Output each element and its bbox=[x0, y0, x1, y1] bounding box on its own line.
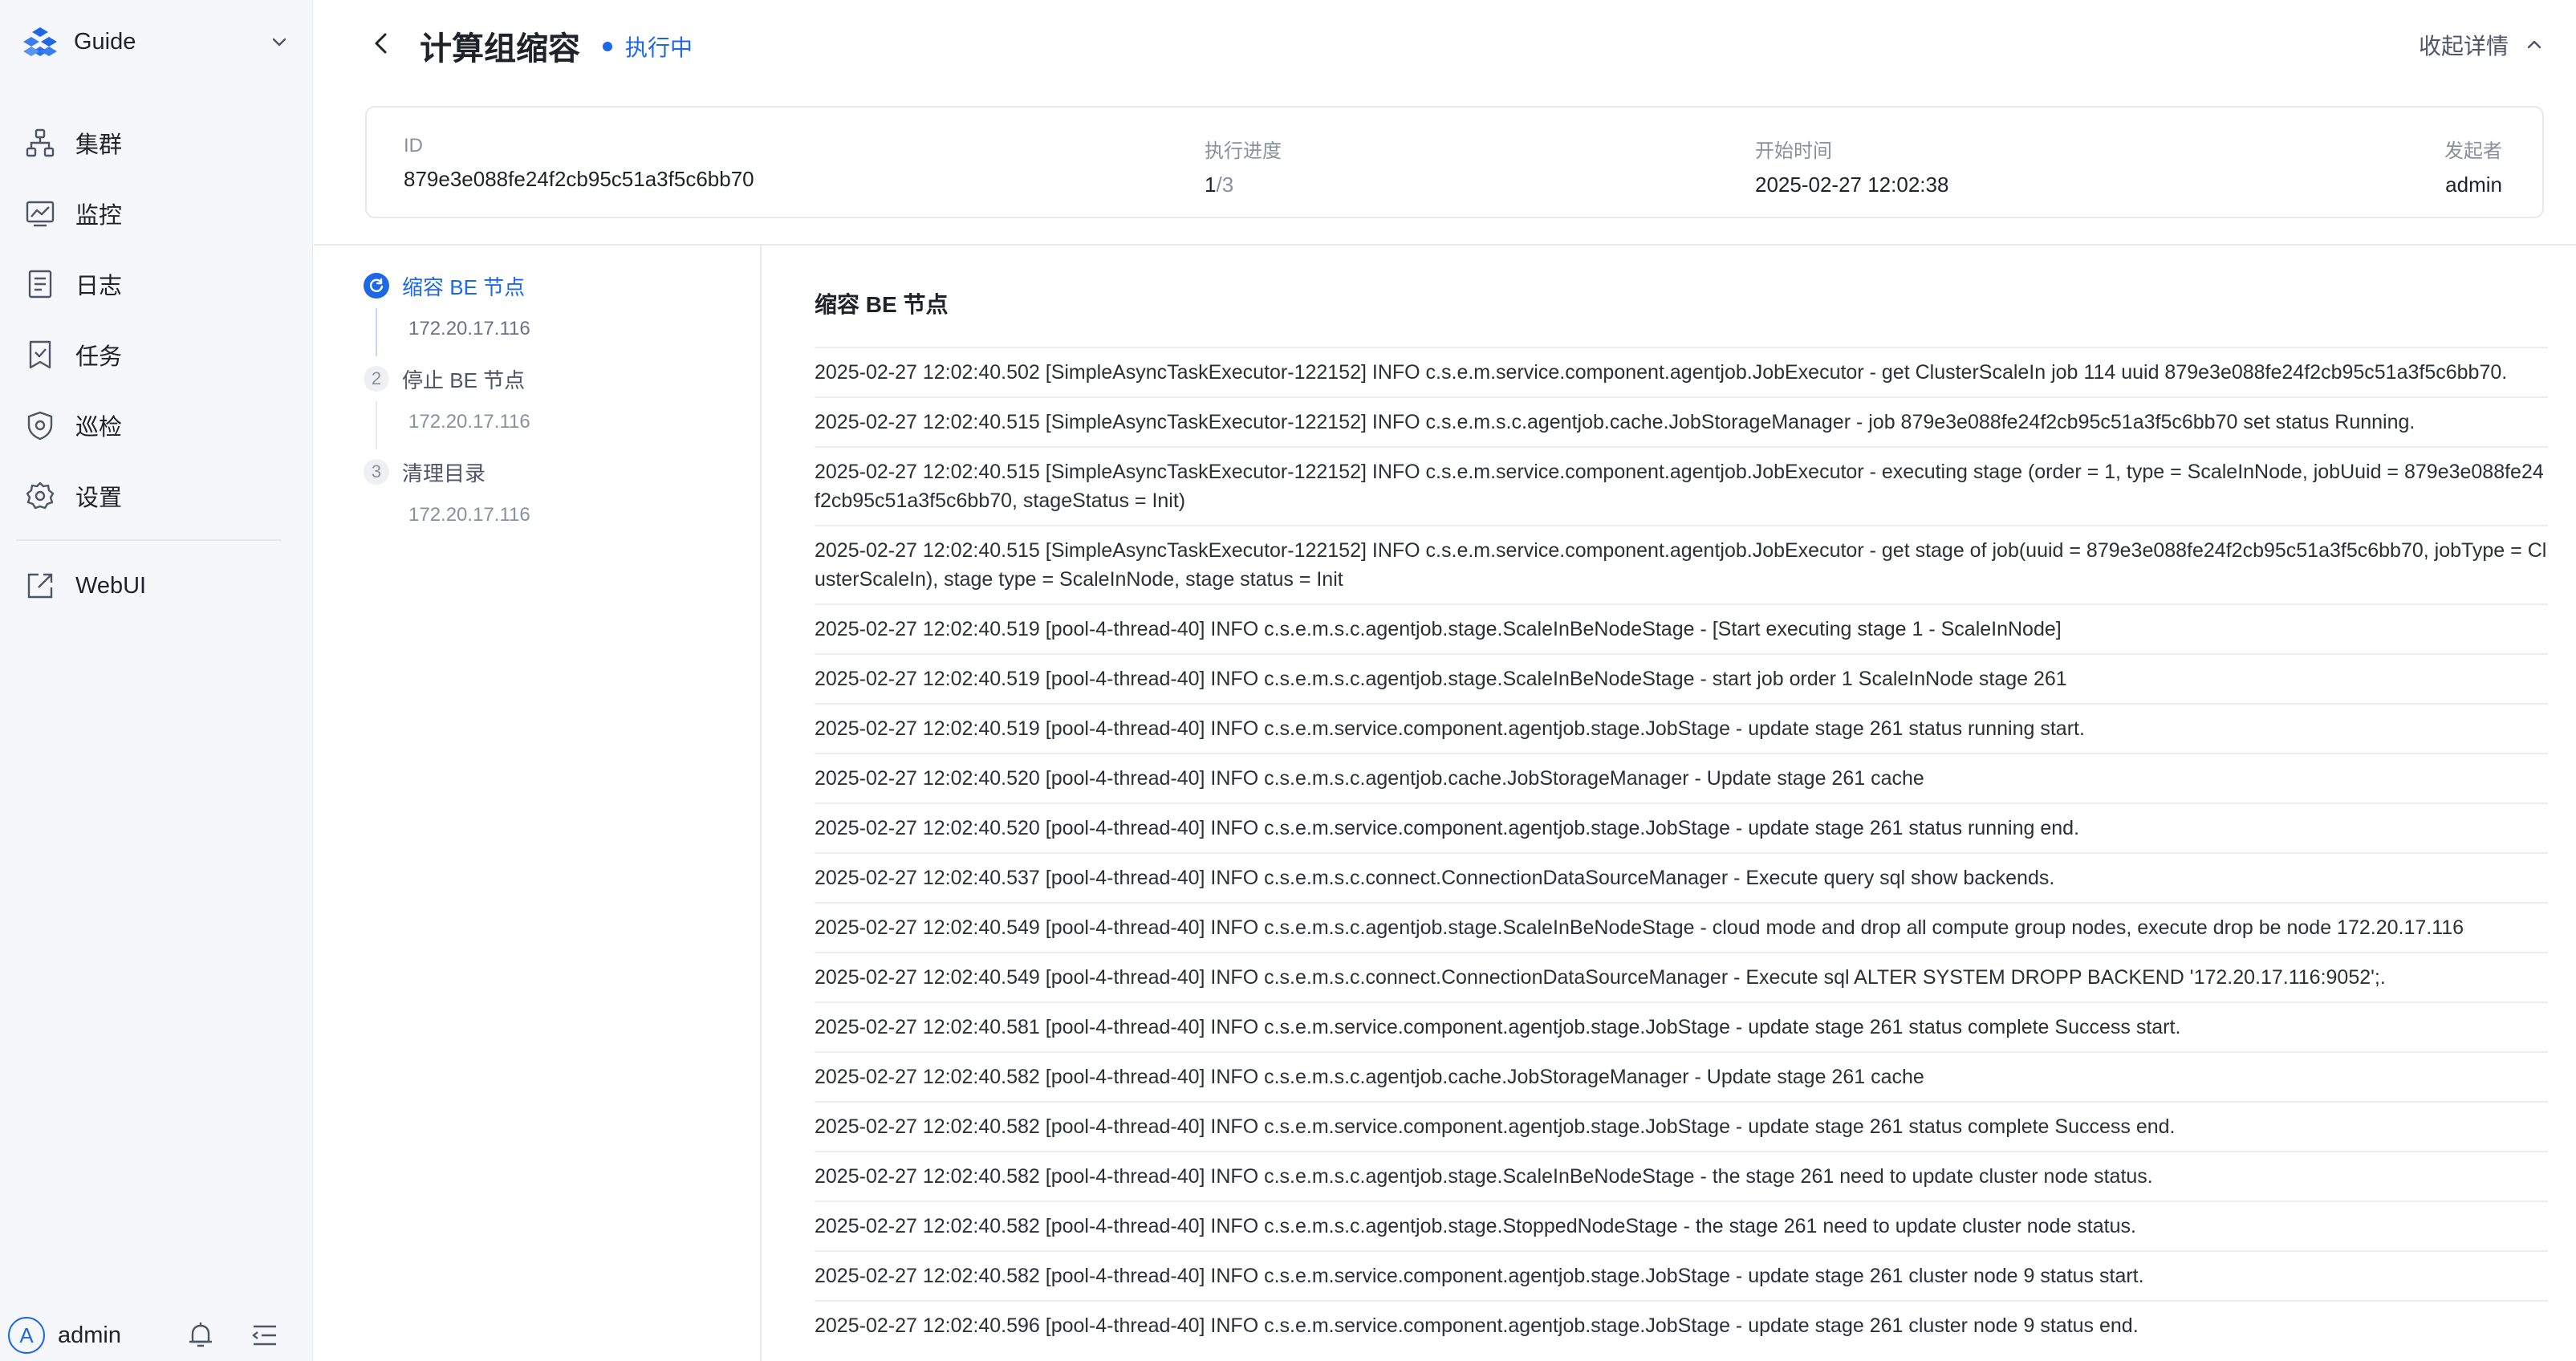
job-id-label: ID bbox=[404, 135, 423, 156]
log-line: 2025-02-27 12:02:40.549 [pool-4-thread-4… bbox=[815, 902, 2548, 952]
external-link-icon bbox=[27, 573, 53, 599]
log-line: 2025-02-27 12:02:40.519 [pool-4-thread-4… bbox=[815, 703, 2548, 753]
start-time-field: 开始时间 2025-02-27 12:02:38 bbox=[1755, 135, 1948, 197]
step-connector bbox=[376, 401, 377, 449]
log-title: 缩容 BE 节点 bbox=[815, 292, 949, 317]
avatar[interactable]: A bbox=[8, 1317, 45, 1354]
log-line: 2025-02-27 12:02:40.502 [SimpleAsyncTask… bbox=[815, 347, 2548, 396]
chevron-up-icon bbox=[2527, 40, 2541, 49]
step-number: 3 bbox=[364, 459, 389, 485]
sidebar-item-label: 任务 bbox=[75, 344, 123, 370]
step-node-ip: 172.20.17.116 bbox=[408, 411, 530, 433]
log-line: 2025-02-27 12:02:40.581 [pool-4-thread-4… bbox=[815, 1001, 2548, 1051]
progress-total: 3 bbox=[1221, 173, 1234, 197]
page-header: 计算组缩容 执行中 收起详情 bbox=[314, 0, 2576, 90]
page-title: 计算组缩容 bbox=[420, 31, 580, 67]
step-running-icon bbox=[364, 273, 389, 299]
sidebar-nav: 集群 监控 日志 任务 巡检 设置 bbox=[24, 108, 289, 531]
monitor-icon bbox=[26, 201, 55, 227]
step-node-ip: 172.20.17.116 bbox=[408, 504, 530, 526]
sidebar-item-task[interactable]: 任务 bbox=[24, 319, 289, 390]
log-line: 2025-02-27 12:02:40.515 [SimpleAsyncTask… bbox=[815, 396, 2548, 446]
collapse-details-label: 收起详情 bbox=[2418, 34, 2509, 59]
log-line: 2025-02-27 12:02:40.520 [pool-4-thread-4… bbox=[815, 753, 2548, 802]
sidebar-item-label: 监控 bbox=[75, 203, 123, 229]
sidebar: Guide 集群 监控 日志 任务 巡检 设置 WebUI A admin bbox=[0, 0, 313, 1361]
sidebar-item-label: 设置 bbox=[75, 485, 123, 511]
sidebar-item-webui[interactable]: WebUI bbox=[24, 550, 289, 621]
sidebar-item-label: WebUI bbox=[75, 572, 147, 599]
sidebar-webui-section: WebUI bbox=[24, 550, 289, 621]
progress-value: 1/3 bbox=[1205, 173, 1282, 197]
log-line: 2025-02-27 12:02:40.582 [pool-4-thread-4… bbox=[815, 1051, 2548, 1101]
step-number: 2 bbox=[364, 366, 389, 392]
step-node-ip: 172.20.17.116 bbox=[408, 318, 530, 339]
sidebar-item-label: 集群 bbox=[75, 132, 123, 158]
collapse-details-button[interactable]: 收起详情 bbox=[2419, 29, 2546, 61]
brand-name: Guide bbox=[74, 28, 136, 55]
progress-separator: / bbox=[1216, 173, 1222, 197]
log-line: 2025-02-27 12:02:40.582 [pool-4-thread-4… bbox=[815, 1250, 2548, 1300]
initiator-label: 发起者 bbox=[2444, 140, 2502, 162]
sidebar-item-inspection[interactable]: 巡检 bbox=[24, 390, 289, 461]
log-line: 2025-02-27 12:02:40.596 [pool-4-thread-4… bbox=[815, 1300, 2548, 1350]
job-info-card: ID 879e3e088fe24f2cb95c51a3f5c6bb70 执行进度… bbox=[365, 106, 2544, 218]
log-line: 2025-02-27 12:02:40.582 [pool-4-thread-4… bbox=[815, 1101, 2548, 1151]
task-icon bbox=[29, 340, 51, 369]
bell-icon[interactable] bbox=[185, 1319, 217, 1351]
step-connector bbox=[376, 308, 377, 356]
start-time-label: 开始时间 bbox=[1755, 140, 1832, 162]
status-dot bbox=[603, 42, 612, 51]
step-title: 停止 BE 节点 bbox=[402, 368, 526, 392]
sidebar-item-settings[interactable]: 设置 bbox=[24, 461, 289, 531]
collapse-menu-icon[interactable] bbox=[249, 1319, 281, 1351]
log-line: 2025-02-27 12:02:40.520 [pool-4-thread-4… bbox=[815, 802, 2548, 852]
back-arrow-icon[interactable] bbox=[367, 29, 396, 58]
step-item[interactable]: 3 清理目录 172.20.17.116 bbox=[364, 456, 530, 526]
settings-icon bbox=[26, 481, 55, 510]
log-line: 2025-02-27 12:02:40.519 [pool-4-thread-4… bbox=[815, 603, 2548, 653]
job-id-value: 879e3e088fe24f2cb95c51a3f5c6bb70 bbox=[404, 167, 754, 191]
job-id-field: ID 879e3e088fe24f2cb95c51a3f5c6bb70 bbox=[404, 135, 754, 192]
sidebar-item-cluster[interactable]: 集群 bbox=[24, 108, 289, 178]
chevron-down-icon bbox=[272, 38, 286, 47]
cluster-icon bbox=[26, 128, 55, 157]
start-time-value: 2025-02-27 12:02:38 bbox=[1755, 173, 1949, 197]
brand-logo-icon bbox=[23, 27, 57, 56]
log-list: 2025-02-27 12:02:40.502 [SimpleAsyncTask… bbox=[815, 347, 2548, 1350]
step-title: 缩容 BE 节点 bbox=[402, 274, 526, 299]
step-item[interactable]: 缩容 BE 节点 172.20.17.116 bbox=[364, 270, 530, 356]
sidebar-divider bbox=[16, 539, 281, 541]
inspection-icon bbox=[27, 411, 53, 441]
sidebar-item-label: 日志 bbox=[75, 274, 123, 299]
sidebar-item-label: 巡检 bbox=[75, 415, 123, 441]
log-line: 2025-02-27 12:02:40.519 [pool-4-thread-4… bbox=[815, 653, 2548, 703]
log-line: 2025-02-27 12:02:40.582 [pool-4-thread-4… bbox=[815, 1201, 2548, 1250]
status-text: 执行中 bbox=[625, 35, 693, 60]
sidebar-footer: A admin bbox=[8, 1313, 289, 1358]
status-badge: 执行中 bbox=[603, 30, 693, 63]
log-line: 2025-02-27 12:02:40.515 [SimpleAsyncTask… bbox=[815, 525, 2548, 603]
progress-current: 1 bbox=[1205, 173, 1217, 197]
steps-panel: 缩容 BE 节点 172.20.17.116 2 停止 BE 节点 172.20… bbox=[314, 246, 762, 1361]
progress-label: 执行进度 bbox=[1205, 140, 1282, 162]
step-item[interactable]: 2 停止 BE 节点 172.20.17.116 bbox=[364, 363, 530, 449]
initiator-field: 发起者 admin bbox=[2444, 135, 2502, 197]
log-panel[interactable]: 缩容 BE 节点 2025-02-27 12:02:40.502 [Simple… bbox=[815, 246, 2548, 1361]
step-title: 清理目录 bbox=[402, 461, 486, 485]
progress-field: 执行进度 1/3 bbox=[1205, 135, 1282, 197]
log-icon bbox=[28, 270, 52, 299]
sidebar-item-log[interactable]: 日志 bbox=[24, 249, 289, 319]
initiator-value: admin bbox=[2445, 173, 2502, 197]
log-line: 2025-02-27 12:02:40.537 [pool-4-thread-4… bbox=[815, 852, 2548, 902]
main-content: 计算组缩容 执行中 收起详情 ID 879e3e088fe24f2cb95c51… bbox=[314, 0, 2576, 1361]
sidebar-item-monitor[interactable]: 监控 bbox=[24, 178, 289, 249]
workspace-switcher[interactable]: Guide bbox=[22, 22, 291, 61]
log-line: 2025-02-27 12:02:40.515 [SimpleAsyncTask… bbox=[815, 446, 2548, 525]
log-line: 2025-02-27 12:02:40.582 [pool-4-thread-4… bbox=[815, 1151, 2548, 1201]
user-name[interactable]: admin bbox=[58, 1322, 121, 1349]
log-line: 2025-02-27 12:02:40.549 [pool-4-thread-4… bbox=[815, 952, 2548, 1001]
